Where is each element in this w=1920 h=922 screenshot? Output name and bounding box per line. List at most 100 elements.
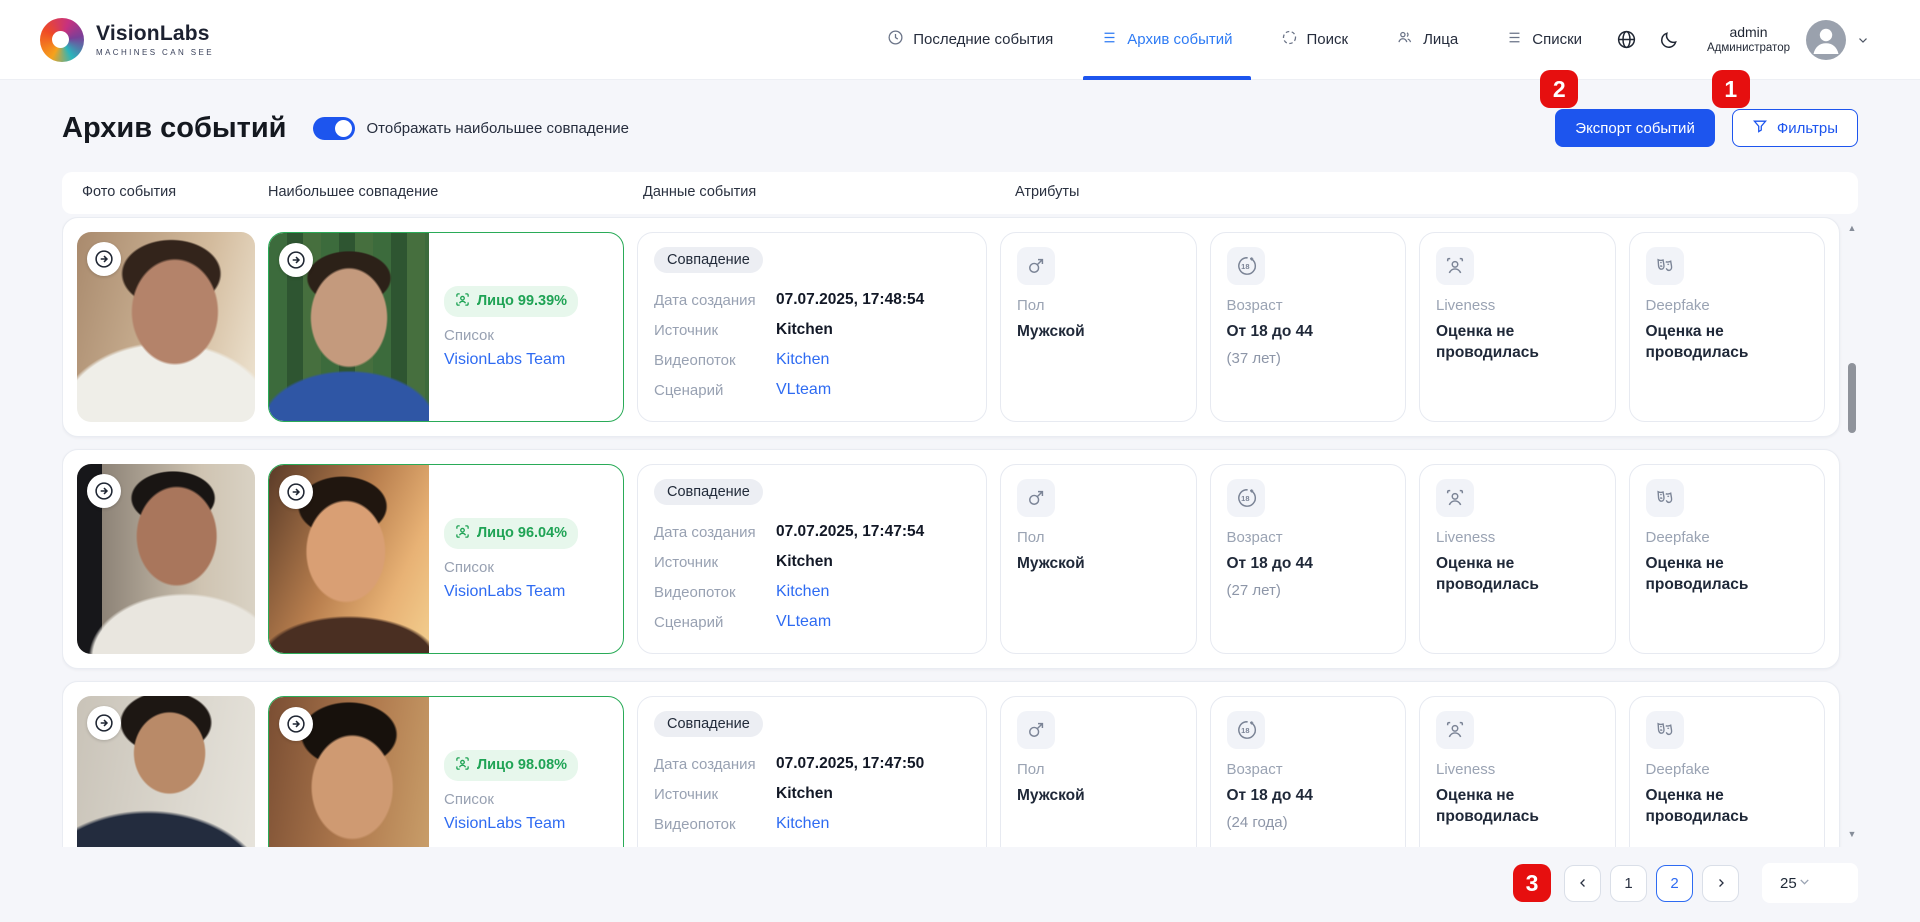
user-role: Администратор [1707, 42, 1790, 55]
top-match-card: Лицо 98.08% Список VisionLabs Team [268, 696, 624, 847]
age-18-icon: 18 [1226, 479, 1265, 517]
scrollbar-thumb[interactable] [1848, 363, 1856, 433]
nav-events-archive[interactable]: Архив событий [1083, 0, 1251, 80]
pagination: 3 1 2 25 [62, 863, 1858, 903]
field-value: Kitchen [776, 785, 833, 802]
nav-label: Архив событий [1127, 31, 1233, 48]
field-value-link[interactable]: Kitchen [776, 815, 829, 833]
open-event-arrow-icon[interactable] [87, 242, 121, 276]
attribute-card-deepfake: Deepfake Оценка не проводилась [1628, 232, 1825, 422]
nav-latest-events[interactable]: Последние события [887, 0, 1053, 80]
event-data-card: Совпадение Дата создания 07.07.2025, 17:4… [637, 464, 987, 654]
match-list-link[interactable]: VisionLabs Team [444, 815, 608, 833]
event-field: Дата создания 07.07.2025, 17:47:50 [654, 749, 970, 779]
nav-label: Лица [1423, 31, 1459, 48]
field-value-link[interactable]: VLteam [776, 381, 831, 399]
nav-label: Поиск [1306, 31, 1349, 48]
open-event-arrow-icon[interactable] [87, 706, 121, 740]
event-photo[interactable] [77, 232, 255, 422]
nav-lists[interactable]: Списки [1506, 0, 1582, 80]
match-photo[interactable] [269, 697, 429, 847]
open-match-arrow-icon[interactable] [279, 475, 313, 509]
field-value-link[interactable]: Kitchen [776, 583, 829, 601]
match-score-badge: Лицо 98.08% [444, 749, 579, 781]
brand-tagline: MACHINES CAN SEE [96, 48, 214, 57]
event-field: Сценарий VLteam [654, 375, 970, 405]
match-photo[interactable] [269, 233, 429, 421]
faces-icon [1396, 29, 1414, 50]
dark-mode-moon-icon[interactable] [1659, 30, 1679, 50]
attribute-card-deepfake: Deepfake Оценка не проводилась [1628, 696, 1825, 847]
field-label: Сценарий [654, 613, 724, 631]
table-header: Фото события Наибольшее совпадение Данны… [62, 172, 1858, 214]
event-field: Дата создания 07.07.2025, 17:48:54 [654, 285, 970, 315]
events-list: Лицо 99.39% Список VisionLabs Team Совпа… [62, 217, 1858, 847]
annotation-badge-3: 3 [1513, 864, 1551, 902]
event-field: Видеопоток Kitchen [654, 809, 970, 839]
filters-button[interactable]: Фильтры [1731, 109, 1858, 147]
match-photo[interactable] [269, 465, 429, 653]
match-score-badge: Лицо 99.39% [444, 285, 579, 317]
attribute-card-deepfake: Deepfake Оценка не проводилась [1628, 464, 1825, 654]
deepfake-masks-icon [1645, 247, 1684, 285]
attribute-card-gender: Пол Мужской [1000, 696, 1197, 847]
page-size-value: 25 [1780, 874, 1797, 892]
event-data-card: Совпадение Дата создания 07.07.2025, 17:4… [637, 232, 987, 422]
liveness-face-icon [1436, 711, 1474, 749]
age-18-icon: 18 [1226, 247, 1265, 285]
archive-list-icon [1101, 29, 1118, 50]
field-label: Дата создания [654, 755, 756, 773]
event-field: Источник Kitchen [654, 547, 970, 577]
top-bar: VisionLabs MACHINES CAN SEE Последние со… [0, 0, 1920, 80]
language-globe-icon[interactable] [1616, 29, 1637, 50]
event-photo[interactable] [77, 696, 255, 847]
scroll-up-icon[interactable]: ▲ [1846, 223, 1858, 233]
page-size-select[interactable]: 25 [1762, 863, 1858, 903]
event-photo[interactable] [77, 464, 255, 654]
field-value-link[interactable]: VLteam [776, 613, 831, 631]
field-value-link[interactable]: VLteam [776, 845, 831, 847]
field-value: Kitchen [776, 321, 833, 338]
match-type-tag: Совпадение [654, 711, 763, 737]
match-list-link[interactable]: VisionLabs Team [444, 583, 608, 601]
open-match-arrow-icon[interactable] [279, 707, 313, 741]
field-label: Видеопоток [654, 351, 736, 369]
event-field: СценарийVLteam [654, 839, 970, 847]
attribute-card-liveness: Liveness Оценка не проводилась [1419, 232, 1616, 422]
field-label: Сценарий [654, 846, 776, 848]
scroll-down-icon[interactable]: ▼ [1846, 829, 1858, 839]
main-nav: Последние события Архив событий Поиск Ли… [887, 0, 1582, 80]
deepfake-masks-icon [1645, 711, 1684, 749]
page-2-button[interactable]: 2 [1656, 864, 1693, 902]
lists-icon [1506, 29, 1523, 50]
age-18-icon: 18 [1226, 711, 1265, 749]
open-match-arrow-icon[interactable] [279, 243, 313, 277]
top-match-card: Лицо 99.39% Список VisionLabs Team [268, 232, 624, 422]
page-1-button[interactable]: 1 [1610, 864, 1647, 902]
column-header-event-data: Данные события [643, 184, 757, 200]
nav-search[interactable]: Поиск [1281, 0, 1349, 80]
deepfake-masks-icon [1645, 479, 1684, 517]
event-fields: Дата создания 07.07.2025, 17:48:54 Источни… [654, 285, 970, 405]
list-label: Список [444, 790, 494, 808]
toggle-label: Отображать наибольшее совпадение [366, 119, 630, 137]
export-events-button[interactable]: Экспорт событий [1555, 109, 1715, 147]
user-info: admin Администратор [1707, 24, 1790, 56]
scrollbar[interactable]: ▲ ▼ [1846, 223, 1858, 839]
show-top-match-toggle[interactable] [312, 116, 355, 140]
user-menu-chevron-down-icon[interactable] [1856, 33, 1870, 47]
svg-text:18: 18 [1241, 262, 1249, 271]
nav-label: Последние события [913, 31, 1054, 48]
match-list-link[interactable]: VisionLabs Team [444, 351, 608, 369]
field-label: Источник [654, 785, 719, 803]
field-label: Сценарий [654, 381, 724, 399]
field-label: Дата создания [654, 291, 756, 309]
annotation-badge-2: 2 [1540, 70, 1579, 108]
prev-page-button[interactable] [1564, 864, 1601, 902]
nav-faces[interactable]: Лица [1396, 0, 1458, 80]
field-value-link[interactable]: Kitchen [776, 351, 829, 369]
avatar[interactable] [1806, 19, 1846, 60]
open-event-arrow-icon[interactable] [87, 474, 121, 508]
next-page-button[interactable] [1702, 864, 1739, 902]
list-label: Список [444, 558, 494, 576]
